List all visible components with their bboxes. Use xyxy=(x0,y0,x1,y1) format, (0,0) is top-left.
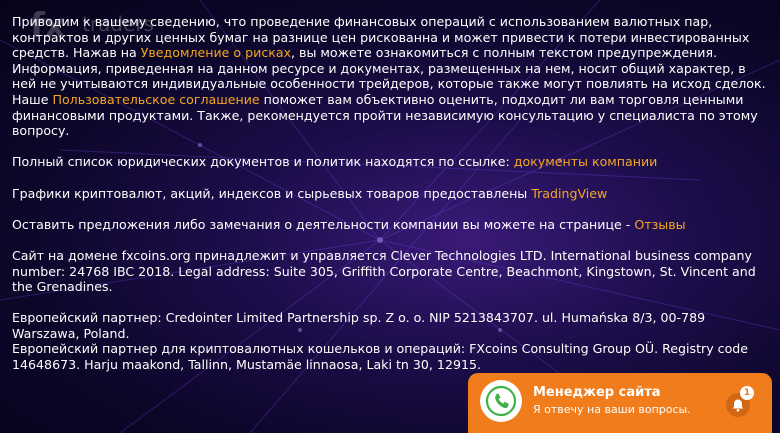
chat-avatar[interactable] xyxy=(480,380,522,422)
agreement-paragraph: Наше Пользовательское соглашение поможет… xyxy=(12,92,772,139)
feedback-text: Оставить предложения либо замечания о де… xyxy=(12,216,635,232)
chat-widget[interactable]: Менеджер сайта Я отвечу на ваши вопросы.… xyxy=(468,373,772,433)
documents-paragraph: Полный список юридических документов и п… xyxy=(12,154,772,170)
reviews-link[interactable]: Отзывы xyxy=(634,217,685,232)
phone-icon xyxy=(485,385,517,417)
agreement-text-before: Наше xyxy=(12,91,53,107)
crypto-partner: Европейский партнер для криптовалютных к… xyxy=(12,341,749,373)
chat-subtitle: Я отвечу на ваши вопросы. xyxy=(533,403,691,416)
chat-title: Менеджер сайта xyxy=(533,385,661,400)
footer-legal-text: Приводим к вашему сведению, что проведен… xyxy=(12,14,772,373)
risk-notice-link[interactable]: Уведомление о рисках xyxy=(141,45,291,60)
tradingview-link[interactable]: TradingView xyxy=(531,186,607,201)
charts-paragraph: Графики криптовалют, акций, индексов и с… xyxy=(12,186,772,202)
company-documents-link[interactable]: документы компании xyxy=(514,154,658,169)
risk-disclaimer: Приводим к вашему сведению, что проведен… xyxy=(12,14,772,92)
user-agreement-link[interactable]: Пользовательское соглашение xyxy=(52,92,259,107)
feedback-paragraph: Оставить предложения либо замечания о де… xyxy=(12,217,772,233)
charts-text: Графики криптовалют, акций, индексов и с… xyxy=(12,185,532,201)
domain-info: Сайт на домене fxcoins.org принадлежит и… xyxy=(12,247,756,295)
documents-text: Полный список юридических документов и п… xyxy=(12,154,514,170)
european-partner: Европейский партнер: Credointer Limited … xyxy=(12,310,706,341)
notification-badge: 1 xyxy=(740,386,754,400)
